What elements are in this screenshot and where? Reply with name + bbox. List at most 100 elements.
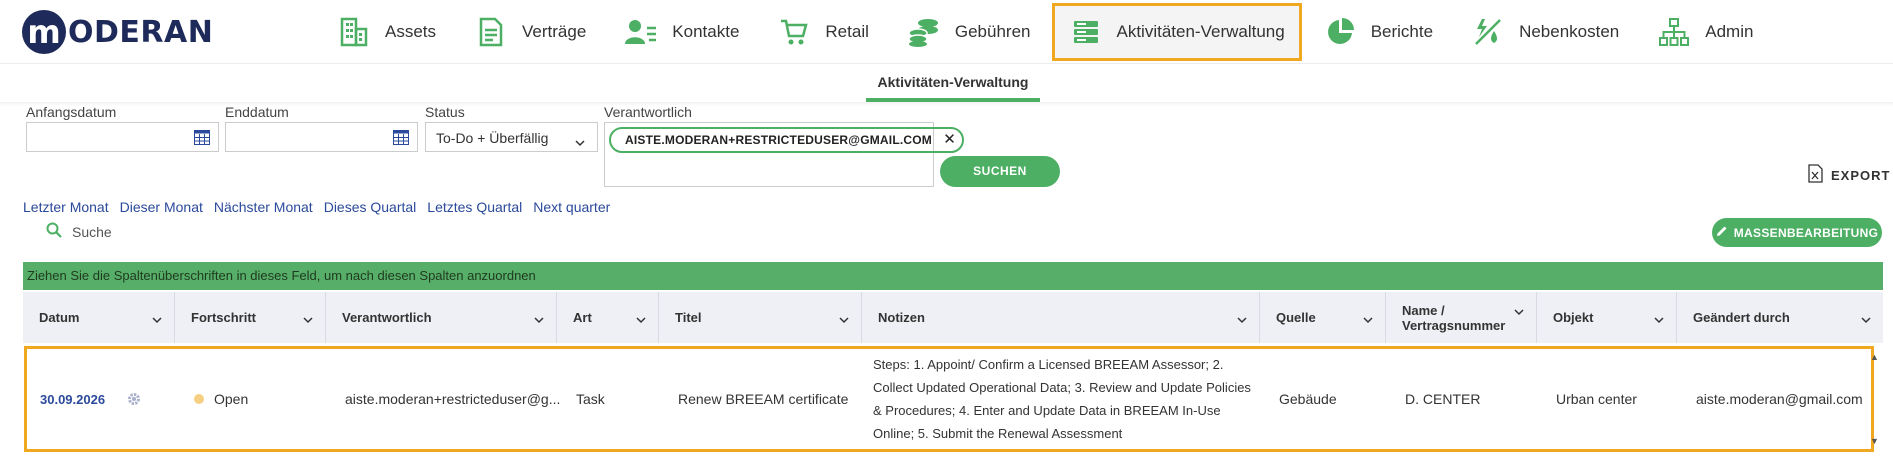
chevron-down-icon[interactable] xyxy=(534,312,544,327)
nav-item-retail[interactable]: Retail xyxy=(760,3,885,61)
server-list-icon xyxy=(1069,15,1103,49)
chevron-down-icon[interactable] xyxy=(1363,312,1373,327)
column-title: Art xyxy=(573,310,592,325)
quick-filter-next-month[interactable]: Nächster Monat xyxy=(214,199,313,215)
nav-item-assets[interactable]: Assets xyxy=(320,3,453,61)
nav-item-label: Kontakte xyxy=(672,22,740,41)
chevron-down-icon xyxy=(575,134,585,150)
row-date[interactable]: 30.09.2026 xyxy=(40,392,105,407)
column-title: Datum xyxy=(39,310,80,325)
column-header-verantwortlich[interactable]: Verantwortlich xyxy=(326,292,557,343)
column-header-name[interactable]: Name / Vertragsnummer xyxy=(1386,292,1537,343)
row-progress: Open xyxy=(214,391,249,407)
nav-item-label: Aktivitäten-Verwaltung xyxy=(1116,22,1285,41)
row-responsible: aiste.moderan+restricteduser@g... xyxy=(345,391,560,407)
quick-date-filters: Letzter Monat Dieser Monat Nächster Mona… xyxy=(23,199,621,215)
nav-item-aktivitaeten-verwaltung[interactable]: Aktivitäten-Verwaltung xyxy=(1051,3,1302,61)
excel-export-icon xyxy=(1808,164,1823,186)
row-title: Renew BREEAM certificate xyxy=(678,391,849,407)
main-nav: Assets Verträge Kontakte Retail Gebühren xyxy=(320,0,1774,64)
chevron-down-icon[interactable] xyxy=(1237,312,1247,327)
start-date-input[interactable] xyxy=(26,122,219,152)
column-title: Fortschritt xyxy=(191,310,256,325)
tab-aktivitaeten-verwaltung[interactable]: Aktivitäten-Verwaltung xyxy=(866,64,1040,102)
column-title: Geändert durch xyxy=(1693,310,1790,325)
chevron-down-icon[interactable] xyxy=(839,312,849,327)
nav-item-label: Admin xyxy=(1705,22,1754,41)
scroll-down-arrow[interactable]: ▼ xyxy=(1870,436,1879,446)
chevron-down-icon[interactable] xyxy=(1861,312,1871,327)
quick-filter-next-quarter[interactable]: Next quarter xyxy=(533,199,610,215)
group-drop-area[interactable]: Ziehen Sie die Spaltenüberschriften in d… xyxy=(23,262,1883,290)
nav-item-label: Nebenkosten xyxy=(1519,22,1620,41)
calendar-icon[interactable] xyxy=(393,130,409,145)
column-title: Name / Vertragsnummer xyxy=(1402,302,1506,333)
chevron-down-icon[interactable] xyxy=(303,312,313,327)
logo-text: ODERAN xyxy=(68,14,214,50)
column-title: Quelle xyxy=(1276,310,1316,325)
column-header-geaendert-durch[interactable]: Geändert durch xyxy=(1677,292,1883,343)
chevron-down-icon[interactable] xyxy=(1514,304,1524,319)
column-header-fortschritt[interactable]: Fortschritt xyxy=(175,292,326,343)
column-header-objekt[interactable]: Objekt xyxy=(1537,292,1677,343)
column-header-notizen[interactable]: Notizen xyxy=(862,292,1260,343)
column-header-quelle[interactable]: Quelle xyxy=(1260,292,1386,343)
scroll-up-arrow[interactable]: ▲ xyxy=(1870,352,1879,362)
nav-item-kontakte[interactable]: Kontakte xyxy=(607,3,756,61)
search-button[interactable]: SUCHEN xyxy=(940,156,1060,187)
column-title: Objekt xyxy=(1553,310,1594,325)
row-progress-cell: Open xyxy=(178,349,329,449)
quick-filter-this-month[interactable]: Dieser Monat xyxy=(120,199,203,215)
chevron-down-icon[interactable] xyxy=(1654,312,1664,327)
nav-item-gebuehren[interactable]: Gebühren xyxy=(890,3,1048,61)
grid-search[interactable]: Suche xyxy=(46,222,112,241)
cart-icon xyxy=(777,15,811,49)
gear-icon[interactable] xyxy=(127,392,141,406)
chevron-down-icon[interactable] xyxy=(636,312,646,327)
end-date-label: Enddatum xyxy=(225,104,289,120)
end-date-input[interactable] xyxy=(225,122,418,152)
nav-item-label: Berichte xyxy=(1370,22,1434,41)
buildings-icon xyxy=(337,15,371,49)
nav-item-label: Gebühren xyxy=(954,22,1031,41)
row-changed-by: aiste.moderan@gmail.com xyxy=(1696,391,1863,407)
search-icon xyxy=(46,222,62,241)
row-date-cell[interactable]: 30.09.2026 xyxy=(27,349,178,449)
mass-edit-label: MASSENBEARBEITUNG xyxy=(1733,225,1879,240)
table-row[interactable]: 30.09.2026 Open aiste.moderan+restricted… xyxy=(24,346,1874,452)
logo-mark: m xyxy=(22,10,66,54)
quick-filter-last-month[interactable]: Letzter Monat xyxy=(23,199,109,215)
document-icon xyxy=(474,15,508,49)
status-value: To-Do + Überfällig xyxy=(436,130,549,146)
nav-item-vertraege[interactable]: Verträge xyxy=(457,3,603,61)
column-header-datum[interactable]: Datum xyxy=(23,292,175,343)
nav-item-berichte[interactable]: Berichte xyxy=(1306,3,1450,61)
quick-filter-this-quarter[interactable]: Dieses Quartal xyxy=(324,199,417,215)
column-title: Titel xyxy=(675,310,702,325)
responsible-multiselect[interactable]: AISTE.MODERAN+RESTRICTEDUSER@GMAIL.COM ✕ xyxy=(604,122,964,187)
row-name: D. CENTER xyxy=(1405,391,1481,407)
moderan-logo[interactable]: m ODERAN xyxy=(22,10,213,54)
pencil-icon xyxy=(1716,225,1728,240)
nav-item-admin[interactable]: Admin xyxy=(1640,3,1770,61)
status-dot xyxy=(194,394,204,404)
calendar-icon[interactable] xyxy=(194,130,210,145)
chevron-down-icon[interactable] xyxy=(152,312,162,327)
status-select[interactable]: To-Do + Überfällig xyxy=(425,122,598,152)
sub-navbar: Aktivitäten-Verwaltung xyxy=(0,64,1893,104)
remove-chip-icon[interactable]: ✕ xyxy=(943,129,956,151)
quick-filter-last-quarter[interactable]: Letztes Quartal xyxy=(427,199,522,215)
column-title: Notizen xyxy=(878,310,925,325)
column-header-titel[interactable]: Titel xyxy=(659,292,862,343)
column-header-art[interactable]: Art xyxy=(557,292,659,343)
mass-edit-button[interactable]: MASSENBEARBEITUNG xyxy=(1712,218,1882,247)
row-object: Urban center xyxy=(1556,391,1637,407)
nav-item-nebenkosten[interactable]: Nebenkosten xyxy=(1454,3,1636,61)
start-date-label: Anfangsdatum xyxy=(26,104,117,120)
export-label: EXPORT xyxy=(1831,167,1891,183)
search-label: Suche xyxy=(72,223,112,240)
status-label: Status xyxy=(425,104,465,120)
nav-item-label: Retail xyxy=(825,22,869,41)
export-button[interactable]: EXPORT xyxy=(1808,164,1890,186)
responsible-chip-label: AISTE.MODERAN+RESTRICTEDUSER@GMAIL.COM xyxy=(625,133,932,147)
